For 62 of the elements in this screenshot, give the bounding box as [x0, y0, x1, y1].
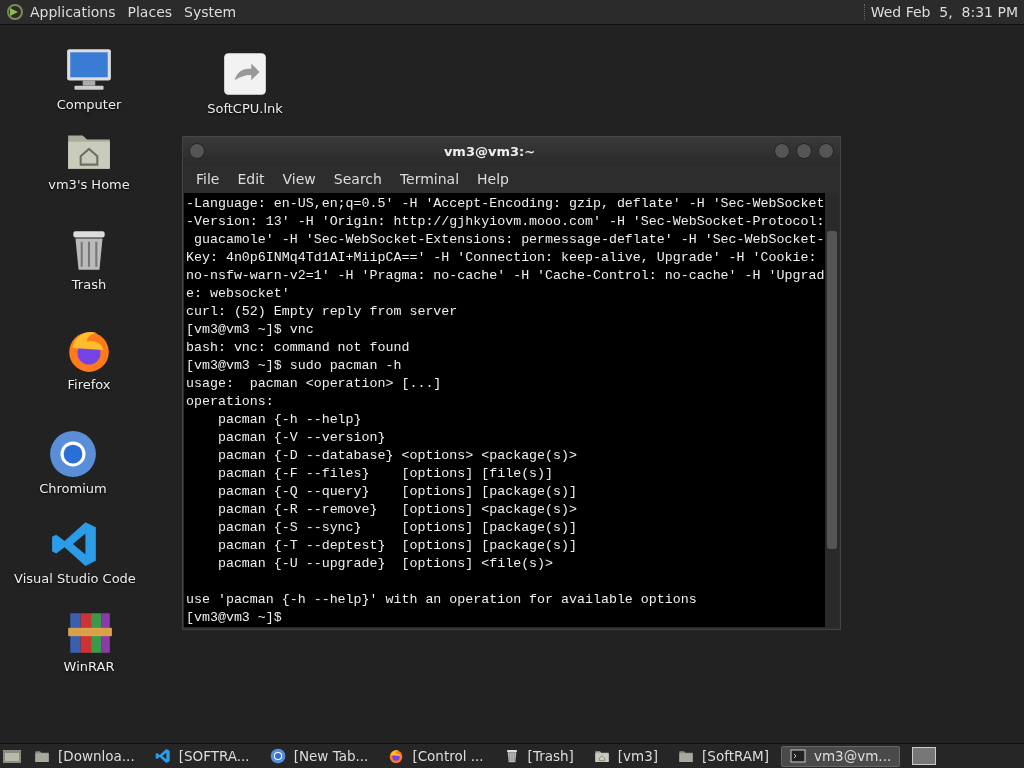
icon-label: Computer — [56, 97, 122, 112]
icon-label: SoftCPU.lnk — [207, 101, 283, 116]
terminal-line: pacman {-Q --query} [options] [package(s)] — [216, 483, 578, 501]
browser-icon[interactable] — [48, 429, 98, 479]
taskbar-button[interactable]: [vm3] — [585, 745, 667, 767]
terminal-line: pacman {-V --version} — [216, 429, 387, 447]
terminal-line: [vm3@vm3 ~]$ vnc — [186, 321, 315, 339]
terminal-line: Key: 4n0p6INMq4Td1AI+MiipCA==' -H 'Connection: keep-alive, Upgrade' -H 'Cookie: — [186, 249, 818, 267]
icon-label: WinRAR — [63, 659, 115, 674]
workspace-switcher[interactable] — [912, 747, 937, 765]
terminal-line: use 'pacman {-h --help}' with an operation for available options — [186, 591, 698, 609]
terminal-line: pacman {-T --deptest} [options] [package(s)] — [216, 537, 578, 555]
panel-menu[interactable]: Places — [121, 4, 179, 20]
icon-label: Chromium — [39, 481, 107, 496]
terminal-line: [vm3@vm3 ~]$ sudo pacman -h — [186, 357, 403, 375]
window-title: vm3@vm3:~ — [442, 143, 537, 159]
terminal-line: pacman {-S --sync} [options] [package(s)] — [216, 519, 578, 537]
menu-item[interactable]: Terminal — [390, 171, 469, 187]
panel-menu[interactable]: System — [178, 4, 243, 20]
menu-item[interactable]: Help — [468, 171, 518, 187]
menu-item[interactable]: View — [273, 171, 325, 187]
terminal-line: e: websocket' — [186, 285, 291, 303]
icon-label: Visual Studio Code — [14, 571, 136, 586]
taskbar-button[interactable]: [New Tab... — [261, 745, 377, 767]
show-desktop-icon[interactable] — [2, 747, 22, 765]
browser-icon — [388, 748, 405, 764]
terminal-line: -Version: 13' -H 'Origin: http://gjhkyiovm.mooo.com' -H 'Sec-WebSocket-Protocol: — [186, 213, 823, 231]
terminal-line: pacman {-R --remove} [options] <package(s)> — [216, 501, 578, 519]
terminal-line: [vm3@vm3 ~]$ — [186, 609, 283, 627]
terminal-line: operations: — [186, 393, 275, 411]
terminal-line: usage: pacman <operation> [...] — [186, 375, 443, 393]
menu-item[interactable]: Search — [324, 171, 391, 187]
taskbar-button[interactable]: [SOFTRA... — [146, 745, 258, 767]
taskbar-button[interactable]: [SoftRAM] — [670, 745, 777, 767]
taskbar-button[interactable]: [Trash] — [495, 745, 582, 767]
taskbar-button[interactable]: [Control ... — [380, 745, 492, 767]
distro-logo-icon[interactable] — [6, 3, 24, 21]
terminal-icon — [790, 748, 806, 764]
terminal-line: pacman {-h --help} — [216, 411, 363, 429]
code-editor-icon — [154, 748, 171, 764]
terminal-line: -Language: en-US,en;q=0.5' -H 'Accept-Encoding: gzip, deflate' -H 'Sec-WebSocket — [186, 195, 823, 213]
browser-icon — [269, 748, 286, 764]
panel-menu[interactable]: Applications — [24, 4, 122, 20]
terminal-line: pacman {-D --database} <options> <package(s)> — [216, 447, 578, 465]
clock[interactable]: Wed Feb 5, 8:31 PM — [863, 4, 1018, 20]
terminal-line: pacman {-U --upgrade} [options] <file(s)> — [216, 555, 555, 573]
taskbar-button[interactable]: [Downloa... — [26, 745, 143, 767]
scroll-thumb[interactable] — [827, 231, 837, 549]
home-folder-icon — [593, 748, 610, 764]
terminal-line: pacman {-F --files} [options] [file(s)] — [216, 465, 555, 483]
folder-icon — [678, 748, 695, 764]
icon-label: Trash — [71, 277, 107, 292]
menu-item[interactable]: File — [187, 171, 229, 187]
terminal-line: bash: vnc: command not found — [186, 339, 411, 357]
taskbar-button[interactable]: vm3@vm... — [781, 745, 901, 767]
icon-label: vm3's Home — [48, 177, 130, 192]
menu-item[interactable]: Edit — [228, 171, 274, 187]
folder-icon — [34, 748, 50, 764]
terminal-line: guacamole' -H 'Sec-WebSocket-Extensions: permessage-deflate' -H 'Sec-WebSocket- — [192, 231, 823, 249]
terminal-line: curl: (52) Empty reply from server — [186, 303, 459, 321]
terminal-line: no-nsfw-warn-v2=1' -H 'Pragma: no-cache' -H 'Cache-Control: no-cache' -H 'Upgrad — [186, 267, 823, 285]
icon-label: Firefox — [67, 377, 111, 392]
